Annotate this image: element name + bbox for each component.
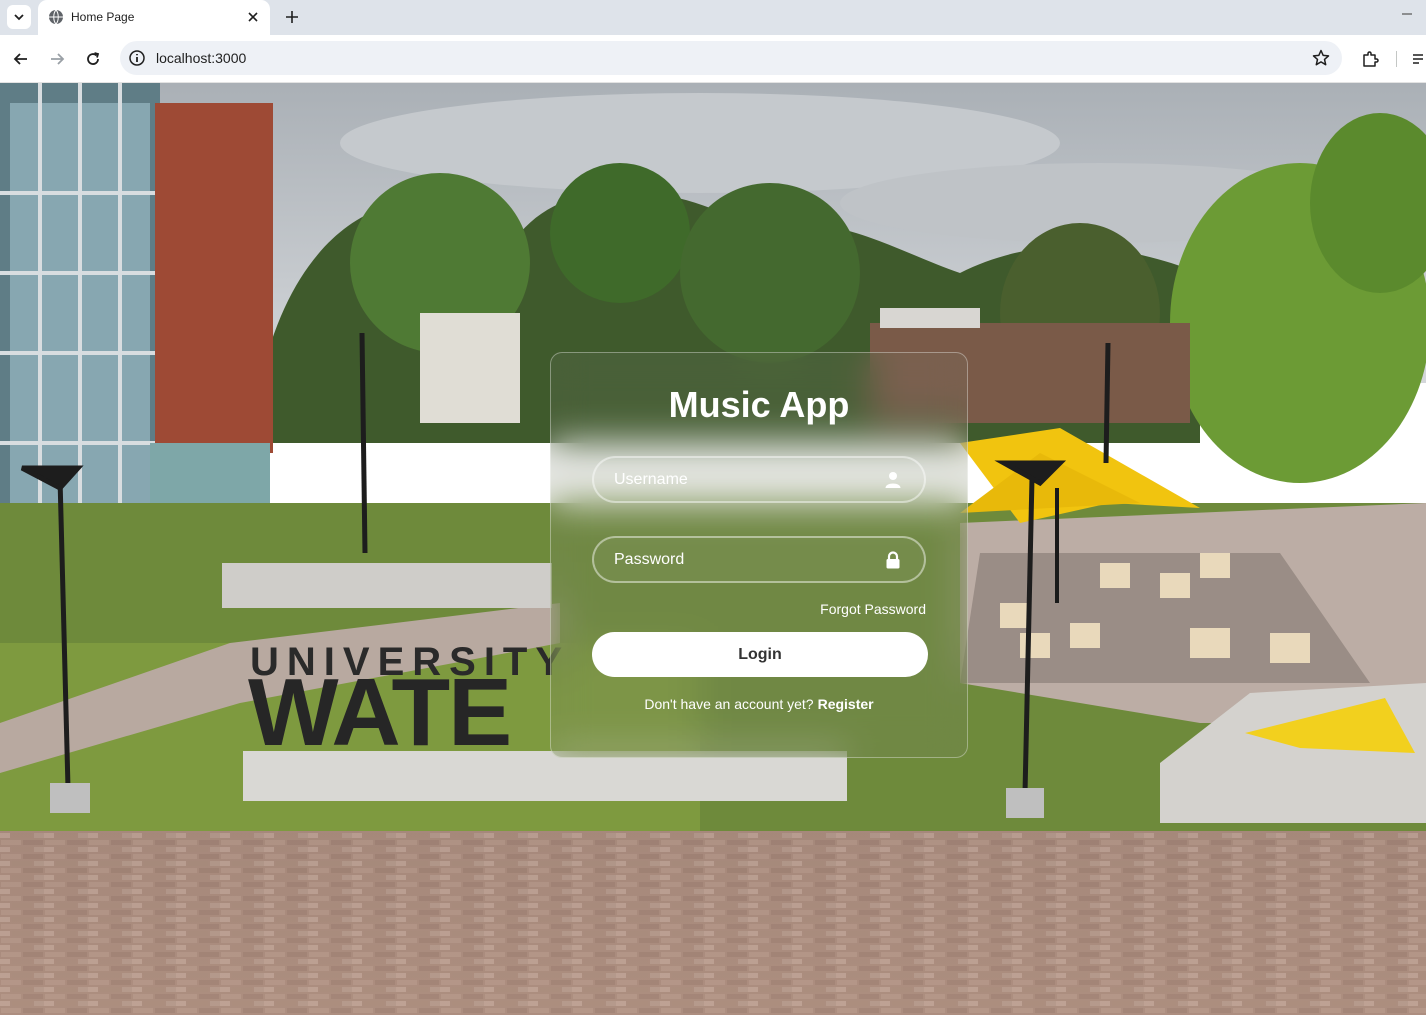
close-icon [248,12,258,22]
register-prompt-text: Don't have an account yet? [644,696,814,712]
username-field[interactable] [592,456,926,503]
globe-icon [49,9,63,25]
arrow-left-icon [13,53,27,65]
lock-icon [886,551,900,569]
reload-icon [87,52,100,65]
plus-icon [286,11,298,23]
list-icon [1413,54,1423,64]
chevron-down-icon [14,14,24,21]
username-input[interactable] [594,458,924,501]
register-link[interactable]: Register [818,696,874,712]
tab-search-button[interactable] [7,5,31,29]
new-tab-button[interactable] [280,5,304,29]
login-button[interactable]: Login [592,632,928,677]
puzzle-icon [1363,51,1379,67]
window-minimize-button[interactable] [1402,7,1426,25]
back-button[interactable] [9,47,33,71]
login-card: Music App Forgot Password Login Don't ha… [550,352,968,758]
browser-tab-strip: Home Page [0,0,1426,35]
page-viewport: UNIVERSITY WATE Music App Forgot Passwor… [0,83,1426,1015]
star-icon[interactable] [1312,49,1330,67]
minimize-icon [1402,13,1412,15]
reload-button[interactable] [81,47,105,71]
password-field[interactable] [592,536,926,583]
tab-title: Home Page [71,10,135,24]
tab-close-button[interactable] [244,8,262,26]
password-input[interactable] [594,538,924,581]
address-bar[interactable]: localhost:3000 [120,41,1342,75]
arrow-right-icon [51,53,65,65]
extensions-button[interactable] [1358,47,1382,71]
forward-button[interactable] [45,47,69,71]
info-icon[interactable] [128,49,146,67]
browser-tab[interactable]: Home Page [38,0,270,35]
register-prompt: Don't have an account yet? Register [551,696,967,712]
forgot-password-link[interactable]: Forgot Password [820,601,926,617]
user-icon [885,472,901,488]
sign-waterloo-text: WATE [248,659,510,766]
toolbar-divider [1396,51,1397,67]
url-text[interactable]: localhost:3000 [156,50,246,66]
app-title: Music App [668,384,850,425]
browser-toolbar: localhost:3000 [0,35,1426,83]
reading-list-button[interactable] [1406,47,1426,71]
